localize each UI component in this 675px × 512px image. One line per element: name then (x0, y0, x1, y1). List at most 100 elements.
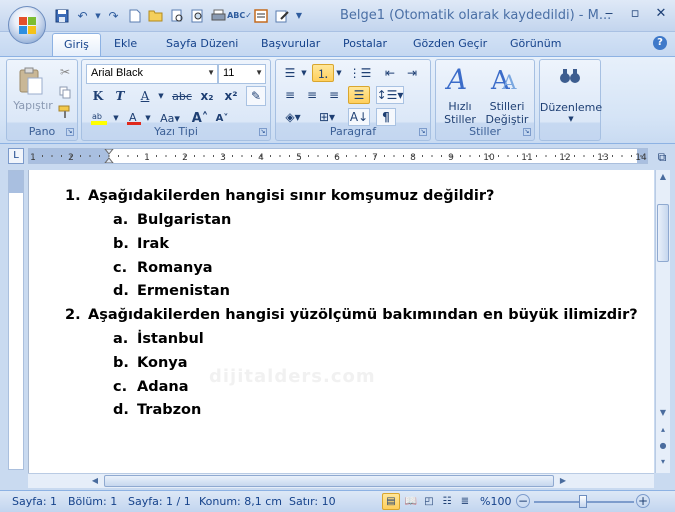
zoom-slider-thumb[interactable] (579, 495, 587, 508)
italic-button[interactable]: T (110, 87, 130, 105)
status-page[interactable]: Sayfa: 1 (12, 495, 57, 508)
undo-dropdown-icon[interactable]: ▼ (94, 6, 102, 25)
tab-selector-icon[interactable]: L (8, 148, 24, 164)
help-icon[interactable]: ? (653, 36, 667, 50)
change-styles-label[interactable]: Stilleri Değiştir (482, 99, 532, 127)
scroll-right-icon[interactable]: ▶ (556, 474, 570, 488)
underline-dropdown-icon[interactable]: ▼ (156, 87, 166, 105)
multilevel-list-icon[interactable]: ⋮☰ (348, 64, 372, 82)
horizontal-ruler[interactable]: 1 2 1 2 3 4 5 6 7 8 9 10 11 12 13 14 (28, 148, 648, 164)
binoculars-icon[interactable] (554, 64, 586, 88)
answer-1d[interactable]: d. Ermenistan (113, 283, 230, 299)
answer-1b[interactable]: b. Irak (113, 236, 169, 252)
open-folder-icon[interactable] (146, 6, 165, 25)
print-icon[interactable] (209, 6, 228, 25)
yazi-tipi-launcher-icon[interactable]: ↘ (259, 128, 267, 136)
align-left-icon[interactable]: ≡ (280, 86, 300, 104)
paste-icon[interactable] (13, 64, 49, 98)
vertical-ruler[interactable] (8, 170, 24, 470)
quick-styles-label[interactable]: Hızlı Stiller (438, 99, 482, 127)
underline-button[interactable]: A (134, 87, 156, 105)
editing-label[interactable]: Düzenleme (540, 100, 602, 114)
copy-icon[interactable] (57, 84, 73, 100)
customize-qat-icon[interactable]: ▼ (293, 6, 305, 25)
font-family-select[interactable]: Arial Black ▼ (86, 64, 218, 84)
quick-styles-icon[interactable]: A (440, 62, 480, 98)
answer-1a[interactable]: a. Bulgaristan (113, 212, 231, 228)
vertical-scrollbar[interactable]: ▲ ▼ ▴ ● ▾ (655, 170, 670, 473)
bullets-dropdown-icon[interactable]: ▼ (300, 64, 308, 82)
status-line[interactable]: Satır: 10 (289, 495, 336, 508)
cut-icon[interactable]: ✂ (57, 64, 73, 80)
decrease-indent-icon[interactable]: ⇤ (380, 64, 400, 82)
magnifier-icon[interactable] (188, 6, 207, 25)
numbering-icon[interactable]: ⒈ (312, 64, 334, 82)
align-center-icon[interactable]: ≡ (302, 86, 322, 104)
tab-ekle[interactable]: Ekle (114, 37, 137, 50)
minimize-button[interactable]: ‒ (598, 6, 620, 24)
status-position[interactable]: Konum: 8,1 cm (199, 495, 282, 508)
undo-icon[interactable]: ↶ (73, 6, 92, 25)
format-painter-icon[interactable] (57, 104, 73, 120)
answer-2b[interactable]: b. Konya (113, 355, 188, 371)
tab-basvurular[interactable]: Başvurular (261, 37, 320, 50)
print-preview-icon[interactable] (167, 6, 186, 25)
redo-icon[interactable]: ↷ (104, 6, 123, 25)
answer-1c[interactable]: c. Romanya (113, 260, 213, 276)
scroll-up-icon[interactable]: ▲ (656, 170, 670, 184)
paragraf-launcher-icon[interactable]: ↘ (419, 128, 427, 136)
increase-indent-icon[interactable]: ⇥ (402, 64, 422, 82)
tab-sayfa-duzeni[interactable]: Sayfa Düzeni (166, 37, 238, 50)
line-spacing-icon[interactable]: ↕☰▾ (376, 86, 404, 104)
close-button[interactable]: ✕ (650, 6, 672, 24)
restore-button[interactable]: ▫ (624, 6, 646, 24)
justify-icon[interactable]: ☰ (348, 86, 370, 104)
scroll-down-icon[interactable]: ▼ (656, 406, 670, 420)
scroll-left-icon[interactable]: ◀ (88, 474, 102, 488)
superscript-button[interactable]: x² (220, 87, 242, 105)
tab-gozden-gecir[interactable]: Gözden Geçir (413, 37, 487, 50)
outline-view-icon[interactable]: ☷ (438, 493, 456, 510)
draft-view-icon[interactable]: ≣ (456, 493, 474, 510)
show-formatting-icon[interactable]: ¶ (376, 108, 396, 126)
tab-gorunum[interactable]: Görünüm (510, 37, 561, 50)
shading-icon[interactable]: ◈▾ (280, 108, 306, 126)
answer-2d[interactable]: d. Trabzon (113, 402, 201, 418)
strikethrough-button[interactable]: abc (170, 87, 194, 105)
tab-postalar[interactable]: Postalar (343, 37, 387, 50)
zoom-in-icon[interactable]: + (636, 494, 650, 508)
align-right-icon[interactable]: ≡ (324, 86, 344, 104)
change-styles-icon[interactable]: AA (486, 62, 526, 98)
clear-formatting-icon[interactable]: ✎ (246, 86, 266, 106)
full-screen-reading-icon[interactable]: 📖 (402, 493, 420, 510)
bold-button[interactable]: K (88, 87, 108, 105)
zoom-level[interactable]: %100 (480, 495, 511, 508)
web-layout-icon[interactable]: ◰ (420, 493, 438, 510)
print-layout-view-icon[interactable]: ▤ (382, 493, 400, 510)
font-size-select[interactable]: 11 ▼ (218, 64, 266, 84)
browse-object-icon[interactable]: ● (656, 439, 670, 453)
document-page[interactable]: dijitalders.com 1. Aşağıdakilerden hangis… (28, 170, 654, 473)
tab-giris[interactable]: Giriş (52, 33, 101, 57)
track-changes-icon[interactable] (251, 6, 270, 25)
office-button[interactable] (8, 6, 46, 44)
spelling-check-icon[interactable]: ABC✓ (227, 6, 252, 25)
numbering-dropdown-icon[interactable]: ▼ (335, 64, 343, 82)
previous-page-icon[interactable]: ▴ (656, 423, 670, 437)
bullets-icon[interactable]: ☰ (280, 64, 300, 82)
horizontal-scroll-thumb[interactable] (104, 475, 554, 487)
status-pages[interactable]: Sayfa: 1 / 1 (128, 495, 191, 508)
question-1[interactable]: 1. Aşağıdakilerden hangisi sınır komşumuz… (65, 188, 494, 204)
zoom-out-icon[interactable]: − (516, 494, 530, 508)
vertical-scroll-thumb[interactable] (657, 204, 669, 262)
answer-2c[interactable]: c. Adana (113, 379, 189, 395)
save-icon[interactable] (52, 6, 71, 25)
sort-icon[interactable]: A↓ (348, 108, 370, 126)
editing-dropdown-icon[interactable]: ▼ (566, 114, 576, 124)
borders-icon[interactable]: ⊞▾ (312, 108, 342, 126)
new-document-icon[interactable] (125, 6, 144, 25)
stiller-launcher-icon[interactable]: ↘ (523, 128, 531, 136)
next-page-icon[interactable]: ▾ (656, 455, 670, 469)
pano-launcher-icon[interactable]: ↘ (66, 128, 74, 136)
status-section[interactable]: Bölüm: 1 (68, 495, 117, 508)
